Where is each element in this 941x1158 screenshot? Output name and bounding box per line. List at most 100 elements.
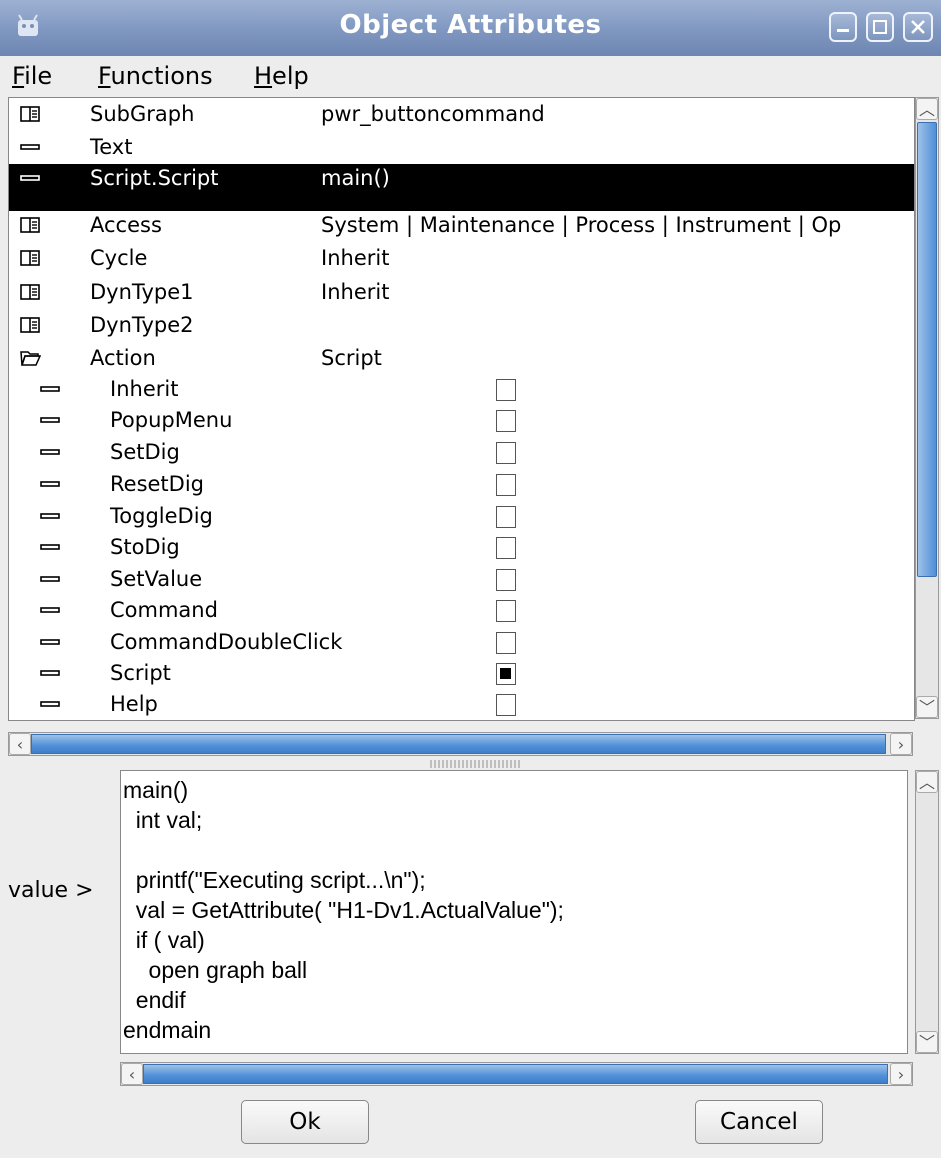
leaf-attribute-icon	[20, 144, 40, 150]
scroll-up-icon[interactable]: ︿	[916, 98, 938, 120]
leaf-attribute-icon	[40, 513, 60, 519]
tree-row[interactable]: Text	[9, 133, 914, 164]
attribute-name: Command	[110, 598, 218, 622]
menu-help[interactable]: Help	[254, 62, 309, 90]
maximize-button[interactable]	[866, 12, 894, 42]
attribute-name: Access	[90, 213, 162, 237]
attribute-value[interactable]: pwr_buttoncommand	[321, 102, 545, 126]
attribute-name: Script	[110, 661, 171, 685]
tree-hscroll-thumb[interactable]	[31, 734, 886, 754]
attribute-checkbox[interactable]	[496, 474, 516, 496]
menu-bar: File Functions Help	[0, 56, 941, 96]
attribute-name: ResetDig	[110, 472, 204, 496]
tree-horizontal-scrollbar[interactable]: ‹ ›	[8, 732, 913, 756]
tree-row[interactable]: Inherit	[9, 375, 914, 406]
menu-file[interactable]: File	[12, 62, 52, 90]
closed-folder-icon	[20, 317, 40, 333]
attribute-checkbox[interactable]	[496, 632, 516, 654]
attribute-value[interactable]: Script	[321, 346, 382, 370]
tree-row[interactable]: Cycle Inherit	[9, 244, 914, 275]
tree-row[interactable]: Action Script	[9, 344, 914, 375]
attribute-name: SetValue	[110, 567, 203, 591]
tree-row[interactable]: Script.Script main()	[9, 164, 914, 211]
attribute-checkbox[interactable]	[496, 600, 516, 622]
pane-splitter[interactable]	[430, 760, 520, 768]
attribute-name: Script.Script	[90, 166, 219, 190]
attribute-checkbox[interactable]	[496, 506, 516, 528]
attribute-value[interactable]: Inherit	[321, 246, 389, 270]
tree-vscroll-thumb[interactable]	[917, 122, 937, 577]
window-title: Object Attributes	[339, 10, 602, 40]
attribute-value[interactable]: System | Maintenance | Process | Instrum…	[321, 213, 841, 237]
tree-row[interactable]: DynType2	[9, 311, 914, 342]
minimize-button[interactable]	[829, 12, 857, 42]
tree-row[interactable]: Command	[9, 596, 914, 627]
tree-row[interactable]: DynType1 Inherit	[9, 278, 914, 309]
attribute-name: Inherit	[110, 377, 179, 401]
close-button[interactable]	[903, 12, 933, 42]
leaf-attribute-icon	[40, 449, 60, 455]
leaf-attribute-icon	[40, 481, 60, 487]
value-label: value >	[8, 878, 94, 903]
closed-folder-icon	[20, 217, 40, 233]
attribute-checkbox[interactable]	[496, 442, 516, 464]
tree-row[interactable]: ResetDig	[9, 470, 914, 501]
attribute-name: DynType2	[90, 313, 194, 337]
attribute-tree[interactable]: SubGraph pwr_buttoncommand Text Script.Scri…	[8, 97, 915, 721]
attribute-name: SetDig	[110, 440, 180, 464]
tree-row[interactable]: SubGraph pwr_buttoncommand	[9, 100, 914, 131]
attribute-name: DynType1	[90, 280, 194, 304]
attribute-name: ToggleDig	[110, 504, 213, 528]
attribute-name: StoDig	[110, 535, 180, 559]
attribute-checkbox[interactable]	[496, 663, 516, 685]
attribute-name: Cycle	[90, 246, 148, 270]
leaf-attribute-icon	[40, 670, 60, 676]
tree-row[interactable]: Access System | Maintenance | Process | I…	[9, 211, 914, 242]
attribute-name: SubGraph	[90, 102, 195, 126]
scroll-left-icon[interactable]: ‹	[9, 733, 31, 755]
menu-functions[interactable]: Functions	[98, 62, 213, 90]
editor-vertical-scrollbar[interactable]: ︿ ﹀	[915, 770, 939, 1054]
attribute-checkbox[interactable]	[496, 569, 516, 591]
title-bar[interactable]: Object Attributes	[0, 0, 941, 56]
tree-row[interactable]: Script	[9, 659, 914, 690]
tree-row[interactable]: SetValue	[9, 565, 914, 596]
minimize-icon	[837, 29, 849, 32]
maximize-icon	[873, 20, 887, 34]
close-icon	[911, 20, 925, 34]
attribute-checkbox[interactable]	[496, 694, 516, 716]
attribute-name: Text	[90, 135, 133, 159]
attribute-value[interactable]: main()	[321, 166, 390, 190]
script-editor[interactable]: main() int val; printf("Executing script…	[120, 770, 908, 1054]
ok-button[interactable]: Ok	[241, 1100, 369, 1144]
editor-scroll-left-icon[interactable]: ‹	[121, 1063, 143, 1085]
closed-folder-icon	[20, 250, 40, 266]
tree-row[interactable]: SetDig	[9, 438, 914, 469]
leaf-attribute-icon	[40, 576, 60, 582]
attribute-checkbox[interactable]	[496, 379, 516, 401]
editor-scroll-up-icon[interactable]: ︿	[916, 771, 938, 793]
tree-row[interactable]: Help	[9, 690, 914, 720]
editor-horizontal-scrollbar[interactable]: ‹ ›	[120, 1062, 913, 1086]
leaf-attribute-icon	[40, 607, 60, 613]
leaf-attribute-icon	[40, 544, 60, 550]
cancel-button[interactable]: Cancel	[695, 1100, 823, 1144]
editor-scroll-right-icon[interactable]: ›	[890, 1063, 912, 1085]
leaf-attribute-icon	[40, 417, 60, 423]
script-text[interactable]: main() int val; printf("Executing script…	[121, 771, 907, 1049]
attribute-checkbox[interactable]	[496, 537, 516, 559]
tree-row[interactable]: StoDig	[9, 533, 914, 564]
tree-row[interactable]: CommandDoubleClick	[9, 628, 914, 659]
tree-row[interactable]: PopupMenu	[9, 406, 914, 437]
tree-row[interactable]: ToggleDig	[9, 502, 914, 533]
attribute-value[interactable]: Inherit	[321, 280, 389, 304]
scroll-right-icon[interactable]: ›	[890, 733, 912, 755]
attribute-name: CommandDoubleClick	[110, 630, 343, 654]
tree-vertical-scrollbar[interactable]: ︿ ﹀	[915, 97, 939, 719]
editor-scroll-down-icon[interactable]: ﹀	[916, 1031, 938, 1053]
scroll-down-icon[interactable]: ﹀	[916, 696, 938, 718]
editor-hscroll-thumb[interactable]	[143, 1064, 888, 1084]
leaf-attribute-icon	[40, 639, 60, 645]
attribute-name: PopupMenu	[110, 408, 233, 432]
attribute-checkbox[interactable]	[496, 410, 516, 432]
